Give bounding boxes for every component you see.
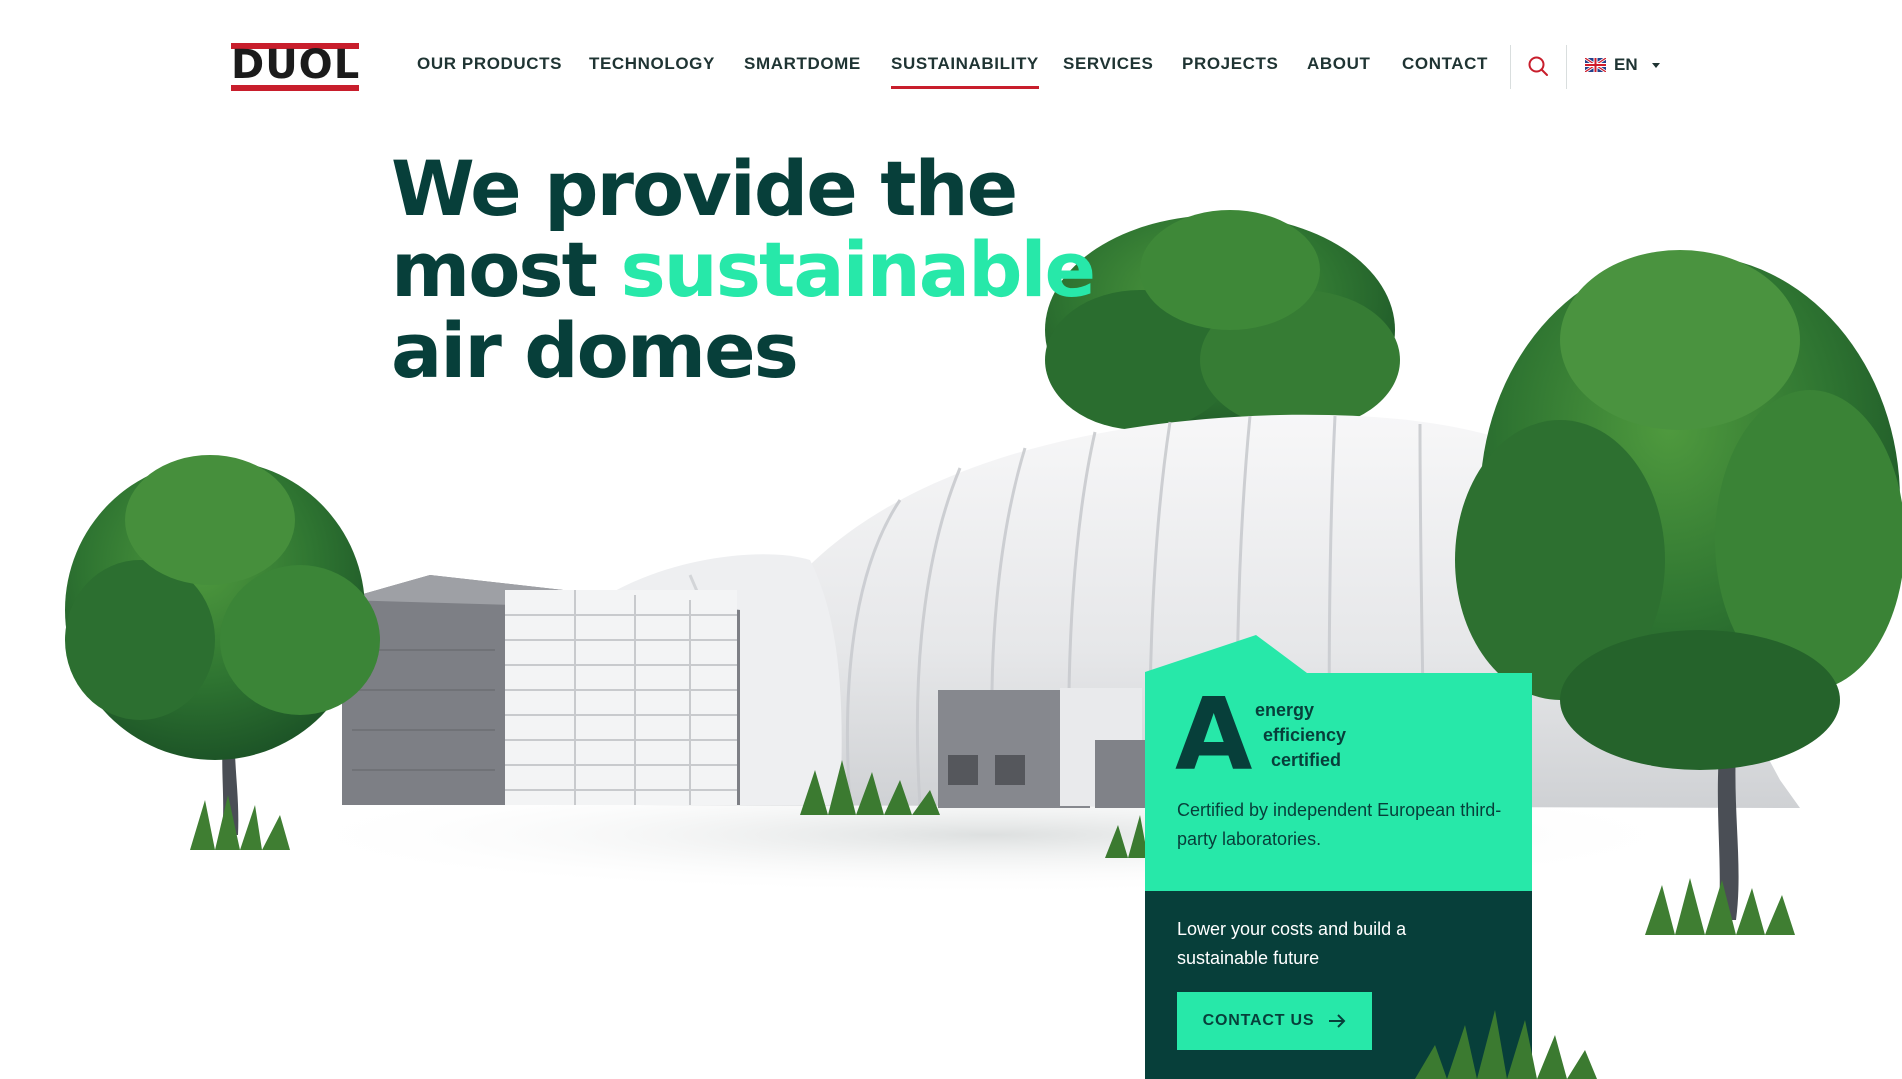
arrow-right-icon [1329,1014,1346,1028]
nav-contact[interactable]: CONTACT [1402,52,1488,82]
grass-foreground [1415,1010,1597,1079]
cert-line-certified: certified [1271,750,1342,770]
certification-panel: A energy efficiency certified Certified … [1145,635,1532,891]
cta-text: Lower your costs and build a sustainable… [1177,919,1407,968]
hero-title-accent: sustainable [620,225,1096,314]
contact-us-button[interactable]: CONTACT US [1177,992,1372,1050]
uk-flag-icon [1585,58,1606,72]
certification-description: Certified by independent European third-… [1177,800,1502,849]
language-label: EN [1614,55,1638,74]
cert-line-energy: energy [1255,700,1315,720]
tree-left [65,455,380,850]
logo-bottom-bar [231,85,359,91]
hvac-units [938,688,1155,808]
duol-logo[interactable]: DUOL [231,43,359,91]
nav-technology[interactable]: TECHNOLOGY [589,52,715,82]
energy-grade: A [1175,676,1253,793]
language-selector[interactable]: EN [1585,52,1660,78]
search-icon[interactable] [1527,55,1549,77]
service-building [342,575,740,805]
hero-title: We provide the most sustainable air dome… [391,148,1151,391]
nav-our-products[interactable]: OUR PRODUCTS [417,52,562,82]
nav-about[interactable]: ABOUT [1307,52,1370,82]
nav-divider [1510,45,1511,89]
nav-projects[interactable]: PROJECTS [1182,52,1278,82]
nav-divider [1566,45,1567,89]
cert-line-efficiency: efficiency [1263,725,1347,745]
hero-title-line3: air domes [391,306,799,395]
nav-sustainability[interactable]: SUSTAINABILITY [891,52,1039,89]
site-header: DUOL OUR PRODUCTS TECHNOLOGY SMARTDOME S… [0,0,1902,130]
nav-smartdome[interactable]: SMARTDOME [744,52,861,82]
chevron-down-icon [1651,62,1660,68]
contact-us-label: CONTACT US [1202,1012,1315,1029]
logo-text: DUOL [231,42,361,88]
nav-services[interactable]: SERVICES [1063,52,1153,82]
hero-title-line1: We provide the [391,144,1018,233]
hero-title-line2-start: most [391,225,621,314]
